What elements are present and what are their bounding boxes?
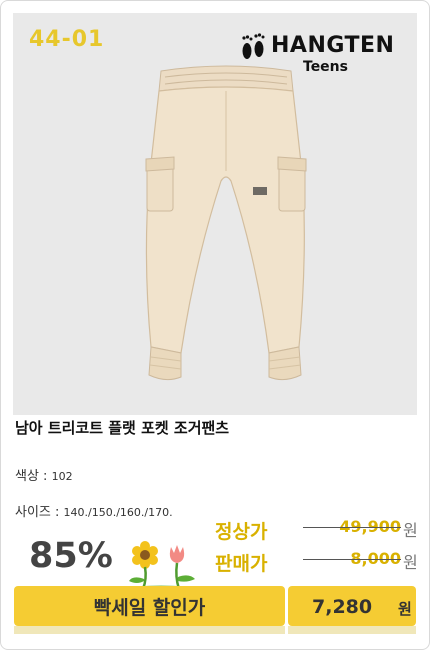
footprints-icon xyxy=(242,33,265,59)
sale-price-won: 원 xyxy=(403,553,418,572)
size-row: 사이즈 : 140./150./160./170. xyxy=(15,501,173,520)
regular-price: 49,900 xyxy=(303,517,401,536)
sale-price-label: 판매가 xyxy=(215,553,268,575)
jogger-pants-illustration xyxy=(145,65,307,381)
product-image[interactable]: 44-01 HANGTEN Teens xyxy=(13,13,417,415)
discount-rate: 85% xyxy=(29,536,113,576)
banner-shadow-left xyxy=(14,626,285,634)
regular-price-label: 정상가 xyxy=(215,521,268,543)
final-price-box[interactable]: 7,280 원 xyxy=(288,586,416,626)
size-value: 140./150./160./170. xyxy=(63,506,173,519)
color-row: 색상 : 102 xyxy=(15,465,73,484)
brand-name: HANGTEN xyxy=(271,33,395,58)
regular-price-won: 원 xyxy=(403,521,418,540)
final-price-won: 원 xyxy=(398,600,412,618)
sale-price: 8,000 xyxy=(303,549,401,568)
product-code: 44-01 xyxy=(29,27,105,52)
product-card[interactable]: 44-01 HANGTEN Teens 남아 트리코트 플랫 포켓 조거팬츠 색… xyxy=(0,0,430,650)
banner-shadow-right xyxy=(288,626,416,634)
color-value: 102 xyxy=(51,470,73,483)
banner-label[interactable]: 빡세일 할인가 xyxy=(14,586,285,626)
flowers-icon xyxy=(129,541,195,591)
product-title: 남아 트리코트 플랫 포켓 조거팬츠 xyxy=(15,419,230,437)
color-label: 색상 : xyxy=(15,469,52,484)
size-label: 사이즈 : xyxy=(15,505,64,520)
final-price: 7,280 xyxy=(312,596,373,618)
